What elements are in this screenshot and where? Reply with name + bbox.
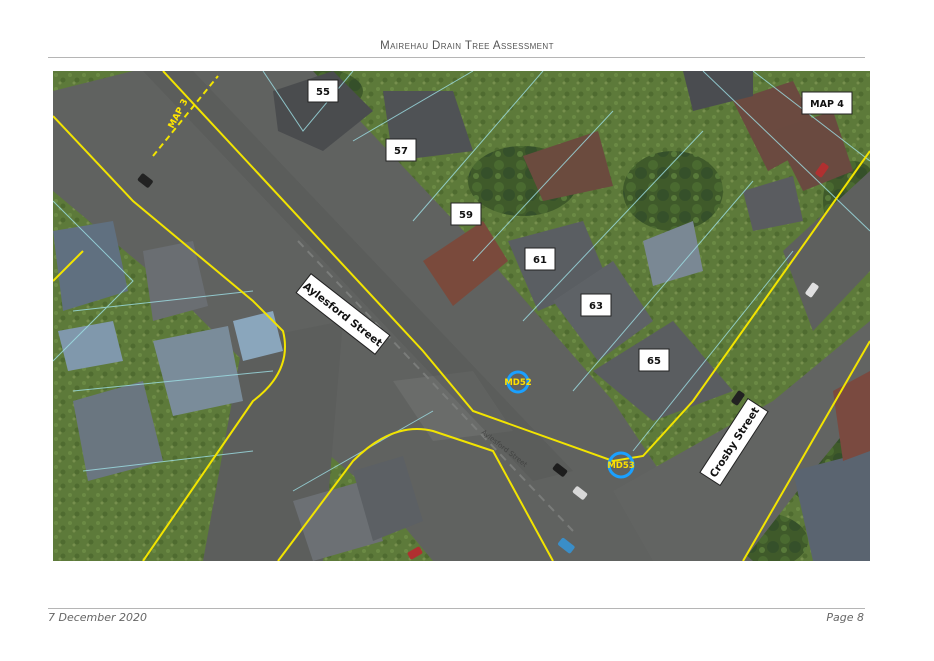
- svg-text:MD53: MD53: [607, 461, 634, 471]
- svg-text:61: 61: [533, 255, 547, 266]
- page-title: Mairehau Drain Tree Assessment: [380, 40, 554, 52]
- footer-date: 7 December 2020: [48, 611, 148, 624]
- svg-text:65: 65: [647, 356, 661, 367]
- map4-reference[interactable]: MAP 4: [801, 91, 853, 115]
- lot-label-63: 63: [580, 293, 612, 317]
- lot-label-59: 59: [450, 202, 482, 226]
- svg-text:MD52: MD52: [504, 378, 531, 388]
- lot-label-65: 65: [638, 348, 670, 372]
- footer-page-number: Page 8: [826, 611, 864, 624]
- header-divider: [48, 57, 865, 58]
- svg-text:63: 63: [589, 301, 603, 312]
- map4-label: MAP 4: [810, 99, 844, 110]
- lot-label-61: 61: [524, 247, 556, 271]
- lot-label-55: 55: [307, 79, 339, 103]
- aerial-map[interactable]: MAP 3 MAP 4 55 57 59 61 63 65 Aylesford …: [53, 71, 870, 561]
- svg-text:55: 55: [316, 87, 330, 98]
- svg-text:59: 59: [459, 210, 473, 221]
- lot-label-57: 57: [385, 138, 417, 162]
- footer-divider: [48, 608, 865, 609]
- svg-text:57: 57: [394, 146, 408, 157]
